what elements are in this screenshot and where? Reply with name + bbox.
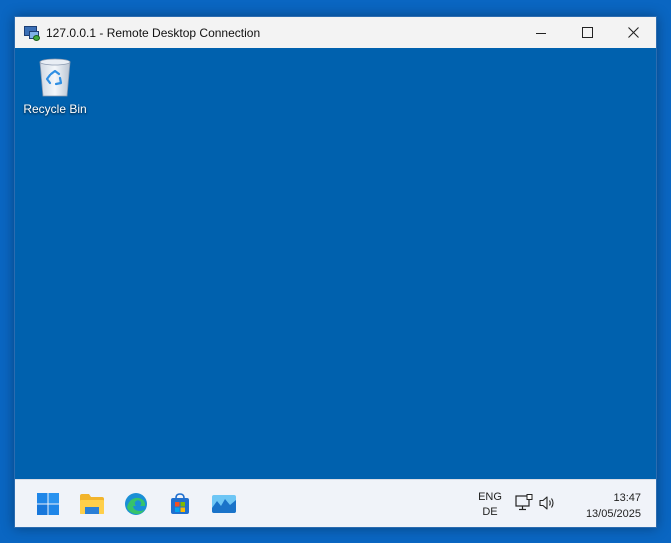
language-indicator[interactable]: ENG DE	[475, 490, 505, 520]
volume-button[interactable]	[539, 495, 557, 516]
network-button[interactable]	[515, 494, 533, 517]
window-controls	[518, 17, 656, 48]
maximize-icon	[581, 27, 593, 38]
clock-time: 13:47	[613, 492, 641, 504]
taskbar-store[interactable]	[160, 488, 200, 520]
minimize-icon	[536, 32, 546, 34]
taskbar-app[interactable]	[204, 488, 244, 520]
store-icon	[171, 493, 189, 514]
taskbar-edge[interactable]	[116, 488, 156, 520]
taskbar: ENG DE 13:47 13/05/2025	[15, 479, 656, 527]
remote-desktop-area[interactable]: Recycle Bin	[15, 48, 656, 479]
remote-desktop-window: 127.0.0.1 - Remote Desktop Connection Re…	[14, 16, 657, 528]
close-icon	[627, 27, 639, 38]
clock-date: 13/05/2025	[585, 508, 641, 520]
remote-desktop-app-icon	[24, 25, 40, 41]
desktop-icon-label: Recycle Bin	[23, 102, 87, 116]
close-button[interactable]	[610, 17, 656, 48]
recycle-bin-icon	[39, 58, 71, 97]
taskbar-file-explorer[interactable]	[72, 488, 112, 520]
language-code: ENG	[478, 491, 502, 503]
minimize-button[interactable]	[518, 17, 564, 48]
window-title: 127.0.0.1 - Remote Desktop Connection	[46, 25, 261, 40]
clock[interactable]: 13:47 13/05/2025	[567, 490, 641, 522]
desktop-icon-recycle-bin[interactable]: Recycle Bin	[21, 56, 89, 116]
title-bar[interactable]: 127.0.0.1 - Remote Desktop Connection	[15, 17, 656, 48]
maximize-button[interactable]	[564, 17, 610, 48]
start-button[interactable]	[28, 488, 68, 520]
network-icon	[515, 494, 533, 511]
windows-start-icon	[37, 493, 59, 515]
image-app-icon	[212, 495, 236, 513]
keyboard-layout: DE	[482, 506, 498, 518]
edge-icon	[125, 493, 147, 515]
volume-icon	[539, 496, 554, 510]
folder-icon	[80, 494, 104, 514]
